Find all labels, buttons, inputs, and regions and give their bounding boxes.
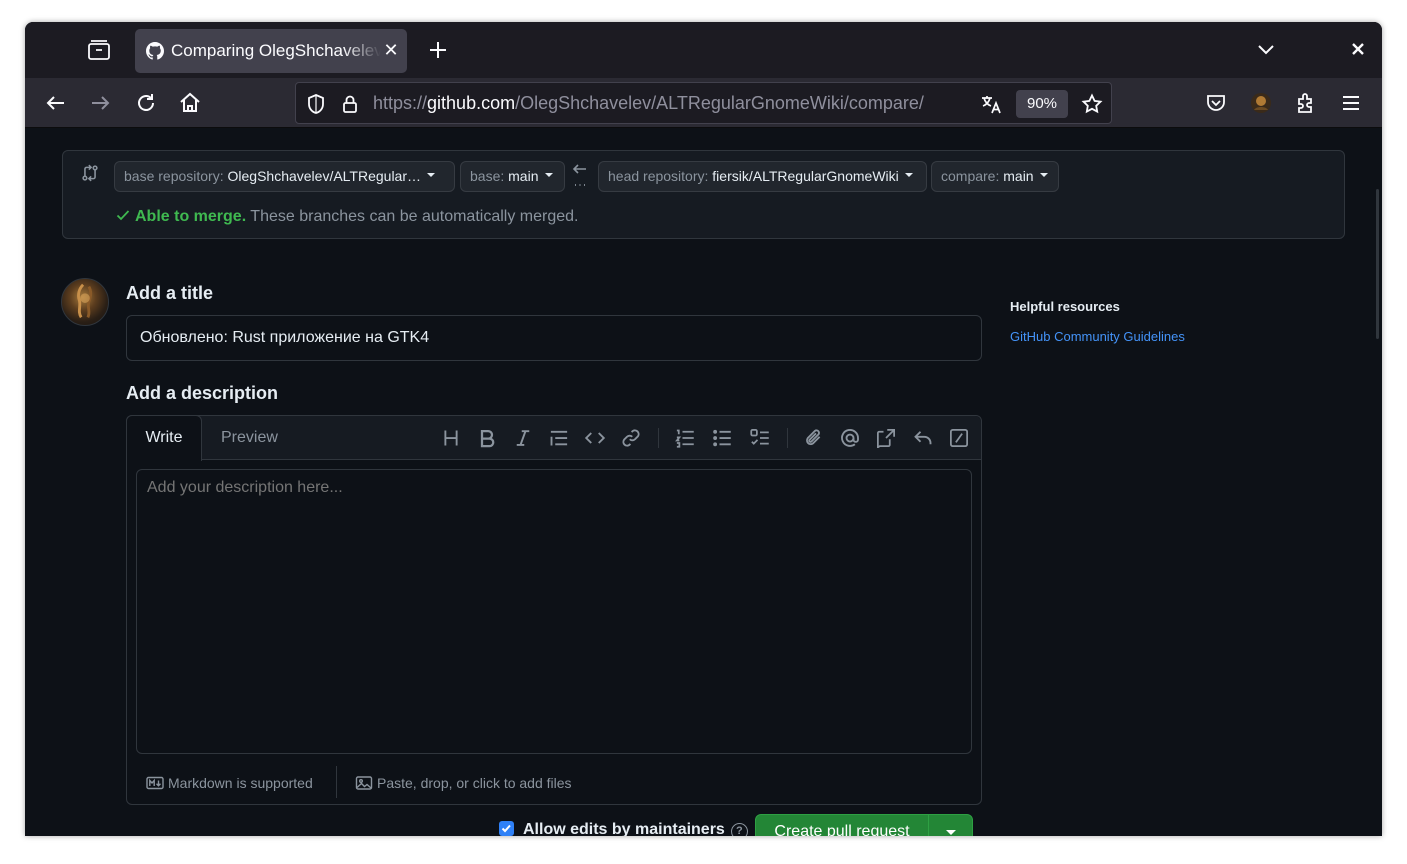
cross-reference-icon[interactable]	[876, 428, 896, 448]
navigation-bar: https://github.com/OlegShchavelev/ALTReg…	[25, 78, 1382, 128]
code-icon[interactable]	[585, 428, 605, 448]
description-editor: Write Preview Add your description here.…	[126, 415, 982, 805]
merge-description: These branches can be automatically merg…	[250, 208, 579, 225]
tab-bar: Comparing OlegShchavelev ✕	[25, 22, 1382, 78]
quote-icon[interactable]	[549, 428, 569, 448]
mention-icon[interactable]	[840, 428, 860, 448]
merge-status: Able to merge. These branches can be aut…	[115, 207, 578, 226]
bookmark-star-icon[interactable]	[1081, 93, 1103, 115]
lock-icon[interactable]	[339, 93, 361, 115]
community-guidelines-link[interactable]: GitHub Community Guidelines	[1010, 329, 1185, 344]
allow-edits-label: Allow edits by maintainers	[523, 821, 725, 836]
help-icon[interactable]: ?	[730, 823, 748, 836]
tab-active[interactable]: Comparing OlegShchavelev ✕	[135, 29, 407, 73]
tab-close-icon[interactable]: ✕	[381, 39, 401, 61]
slash-command-icon[interactable]	[949, 428, 969, 448]
base-branch-select[interactable]: base: main	[460, 161, 565, 192]
allow-edits-checkbox[interactable]: Allow edits by maintainers?	[499, 821, 748, 836]
extensions-icon[interactable]	[1293, 90, 1319, 116]
menu-icon[interactable]	[1338, 90, 1364, 116]
github-favicon	[146, 42, 164, 60]
helpful-resources-title: Helpful resources	[1010, 299, 1120, 314]
task-list-icon[interactable]	[750, 428, 770, 448]
add-files-button[interactable]: Paste, drop, or click to add files	[355, 775, 572, 791]
url-text[interactable]: https://github.com/OlegShchavelev/ALTReg…	[373, 93, 973, 114]
tab-list-icon[interactable]	[87, 39, 111, 61]
ordered-list-icon[interactable]	[675, 428, 695, 448]
shield-icon[interactable]	[305, 93, 327, 115]
window-close-icon[interactable]	[1348, 39, 1368, 59]
description-heading: Add a description	[126, 383, 279, 403]
back-icon[interactable]	[43, 90, 69, 116]
tab-preview[interactable]: Preview	[221, 416, 278, 460]
chevron-down-icon	[946, 830, 956, 835]
avatar[interactable]	[61, 278, 109, 326]
base-repository-select[interactable]: base repository: OlegShchavelev/ALTRegul…	[114, 161, 455, 192]
markdown-icon	[146, 776, 164, 790]
tab-title: Comparing OlegShchavelev	[171, 41, 381, 60]
profile-avatar[interactable]	[1248, 90, 1274, 116]
forward-icon[interactable]	[87, 90, 113, 116]
editor-toolbar: Write Preview	[126, 415, 981, 461]
url-bar[interactable]: https://github.com/OlegShchavelev/ALTReg…	[295, 82, 1112, 124]
reload-icon[interactable]	[133, 90, 159, 116]
attach-icon[interactable]	[804, 428, 824, 448]
heading-icon[interactable]	[441, 428, 461, 448]
page-scrollbar[interactable]	[1376, 189, 1379, 339]
description-textarea[interactable]	[136, 469, 972, 754]
markdown-supported-link[interactable]: Markdown is supported	[146, 775, 313, 791]
title-heading: Add a title	[126, 283, 214, 303]
title-input[interactable]: Обновлено: Rust приложение на GTK4	[126, 315, 982, 361]
zoom-level[interactable]: 90%	[1016, 90, 1068, 118]
pocket-icon[interactable]	[1203, 90, 1229, 116]
merge-ok-label: Able to merge.	[135, 208, 247, 225]
tabs-menu-icon[interactable]	[1255, 39, 1277, 61]
create-pull-request-button[interactable]: Create pull request	[755, 814, 929, 836]
tab-write[interactable]: Write	[126, 415, 202, 461]
link-icon[interactable]	[621, 428, 641, 448]
create-options-dropdown[interactable]	[928, 814, 973, 836]
image-icon	[355, 776, 373, 790]
home-icon[interactable]	[177, 90, 203, 116]
head-repository-select[interactable]: head repository: fiersik/ALTRegularGnome…	[598, 161, 927, 192]
translate-icon[interactable]	[980, 93, 1002, 115]
unordered-list-icon[interactable]	[712, 428, 732, 448]
browser-window: Comparing OlegShchavelev ✕ https://githu…	[25, 22, 1382, 836]
new-tab-icon[interactable]	[425, 37, 451, 63]
italic-icon[interactable]	[513, 428, 533, 448]
bold-icon[interactable]	[477, 428, 497, 448]
checkbox-checked[interactable]	[499, 821, 514, 836]
check-icon	[115, 207, 131, 223]
compare-branch-select[interactable]: compare: main	[931, 161, 1059, 192]
compare-range-box: base repository: OlegShchavelev/ALTRegul…	[62, 150, 1345, 239]
editor-footer: Markdown is supported Paste, drop, or cl…	[127, 761, 981, 805]
saved-reply-icon[interactable]	[913, 428, 933, 448]
arrow-left-icon	[571, 163, 589, 189]
git-compare-icon	[81, 164, 99, 182]
page-content: base repository: OlegShchavelev/ALTRegul…	[25, 129, 1382, 836]
